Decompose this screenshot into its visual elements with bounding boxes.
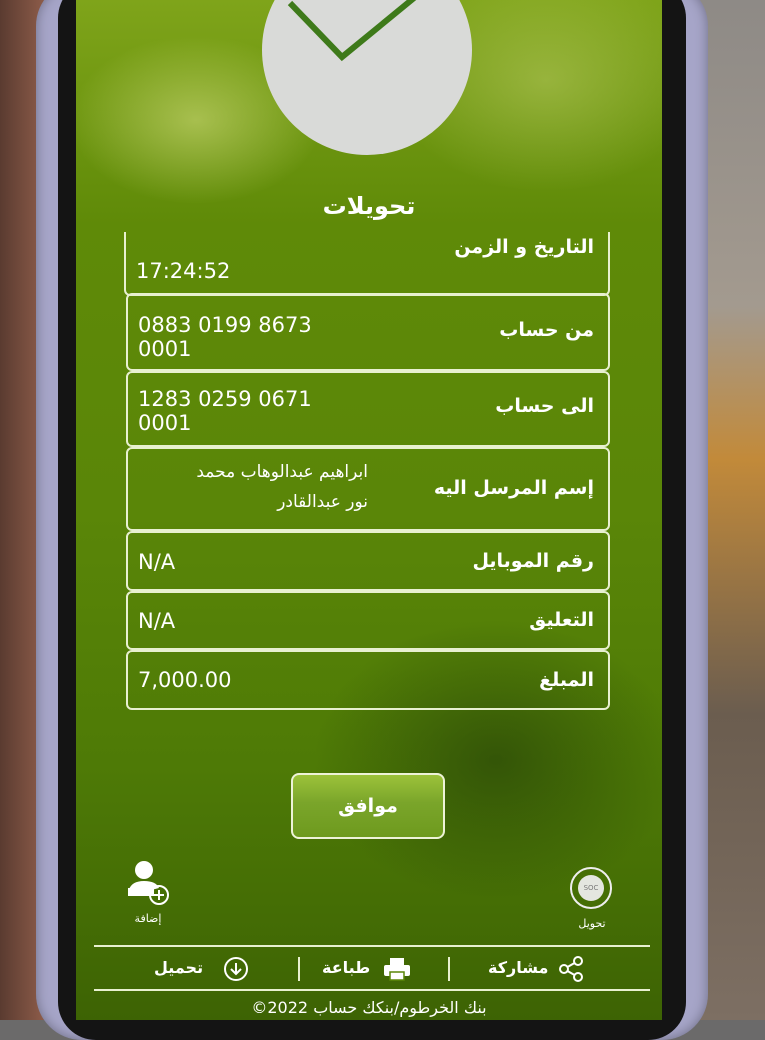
add-contact-button[interactable]: إضافة: [120, 858, 176, 928]
transfer-button[interactable]: SOC تحويل: [566, 865, 618, 937]
row-value: 0883 0199 8673 0001: [138, 313, 312, 361]
row-value: 7,000.00: [138, 668, 232, 692]
download-button[interactable]: تحميل: [154, 947, 249, 989]
add-user-icon: [128, 861, 169, 905]
transfer-label: تحويل: [578, 917, 606, 930]
detail-row-from-account: من حساب 0883 0199 8673 0001: [126, 293, 610, 371]
share-button[interactable]: مشاركة: [488, 947, 584, 989]
detail-row-to-account: الى حساب 1283 0259 0671 0001: [126, 371, 610, 447]
detail-row-datetime: التاريخ و الزمن 17:24:52: [124, 232, 610, 296]
detail-row-mobile: رقم الموبايل N/A: [126, 531, 610, 591]
row-label: رقم الموبايل: [472, 550, 594, 572]
row-label: من حساب: [499, 319, 594, 341]
toolbar-divider: [298, 957, 300, 981]
footer-copyright: ©2022 بنك الخرطوم/بنكك حساب: [251, 998, 487, 1017]
soc-icon-text: SOC: [578, 875, 604, 901]
download-label: تحميل: [154, 958, 204, 977]
detail-row-recipient-name: إسم المرسل اليه ابراهيم عبدالوهاب محمد ن…: [126, 447, 610, 531]
row-value: N/A: [138, 550, 176, 574]
share-icon: [559, 955, 583, 982]
page-title: تحويلات: [322, 192, 416, 220]
toolbar-divider: [448, 957, 450, 981]
soc-icon: SOC: [570, 867, 612, 909]
print-label: طباعة: [322, 958, 371, 977]
row-value: 1283 0259 0671 0001: [138, 387, 312, 435]
row-label: إسم المرسل اليه: [433, 477, 594, 499]
row-label: المبلغ: [539, 669, 594, 691]
app-screen: تحويلات التاريخ و الزمن 17:24:52 من حساب…: [76, 0, 662, 1020]
row-value: ابراهيم عبدالوهاب محمد نور عبدالقادر: [196, 462, 368, 512]
add-contact-label: إضافة: [134, 912, 162, 925]
success-check-icon: [262, 0, 472, 155]
row-value: N/A: [138, 609, 176, 633]
share-label: مشاركة: [488, 958, 549, 977]
row-label: التاريخ و الزمن: [454, 236, 594, 258]
row-label: التعليق: [529, 609, 594, 631]
ok-button[interactable]: موافق: [291, 773, 445, 839]
detail-row-comment: التعليق N/A: [126, 591, 610, 650]
printer-icon: [383, 957, 410, 981]
bottom-toolbar: تحميل طباعة مشاركة: [94, 945, 650, 991]
row-value: 17:24:52: [136, 259, 231, 283]
print-button[interactable]: طباعة: [322, 947, 412, 989]
row-label: الى حساب: [495, 395, 594, 417]
download-icon: [223, 956, 248, 981]
detail-row-amount: المبلغ 7,000.00: [126, 650, 610, 710]
